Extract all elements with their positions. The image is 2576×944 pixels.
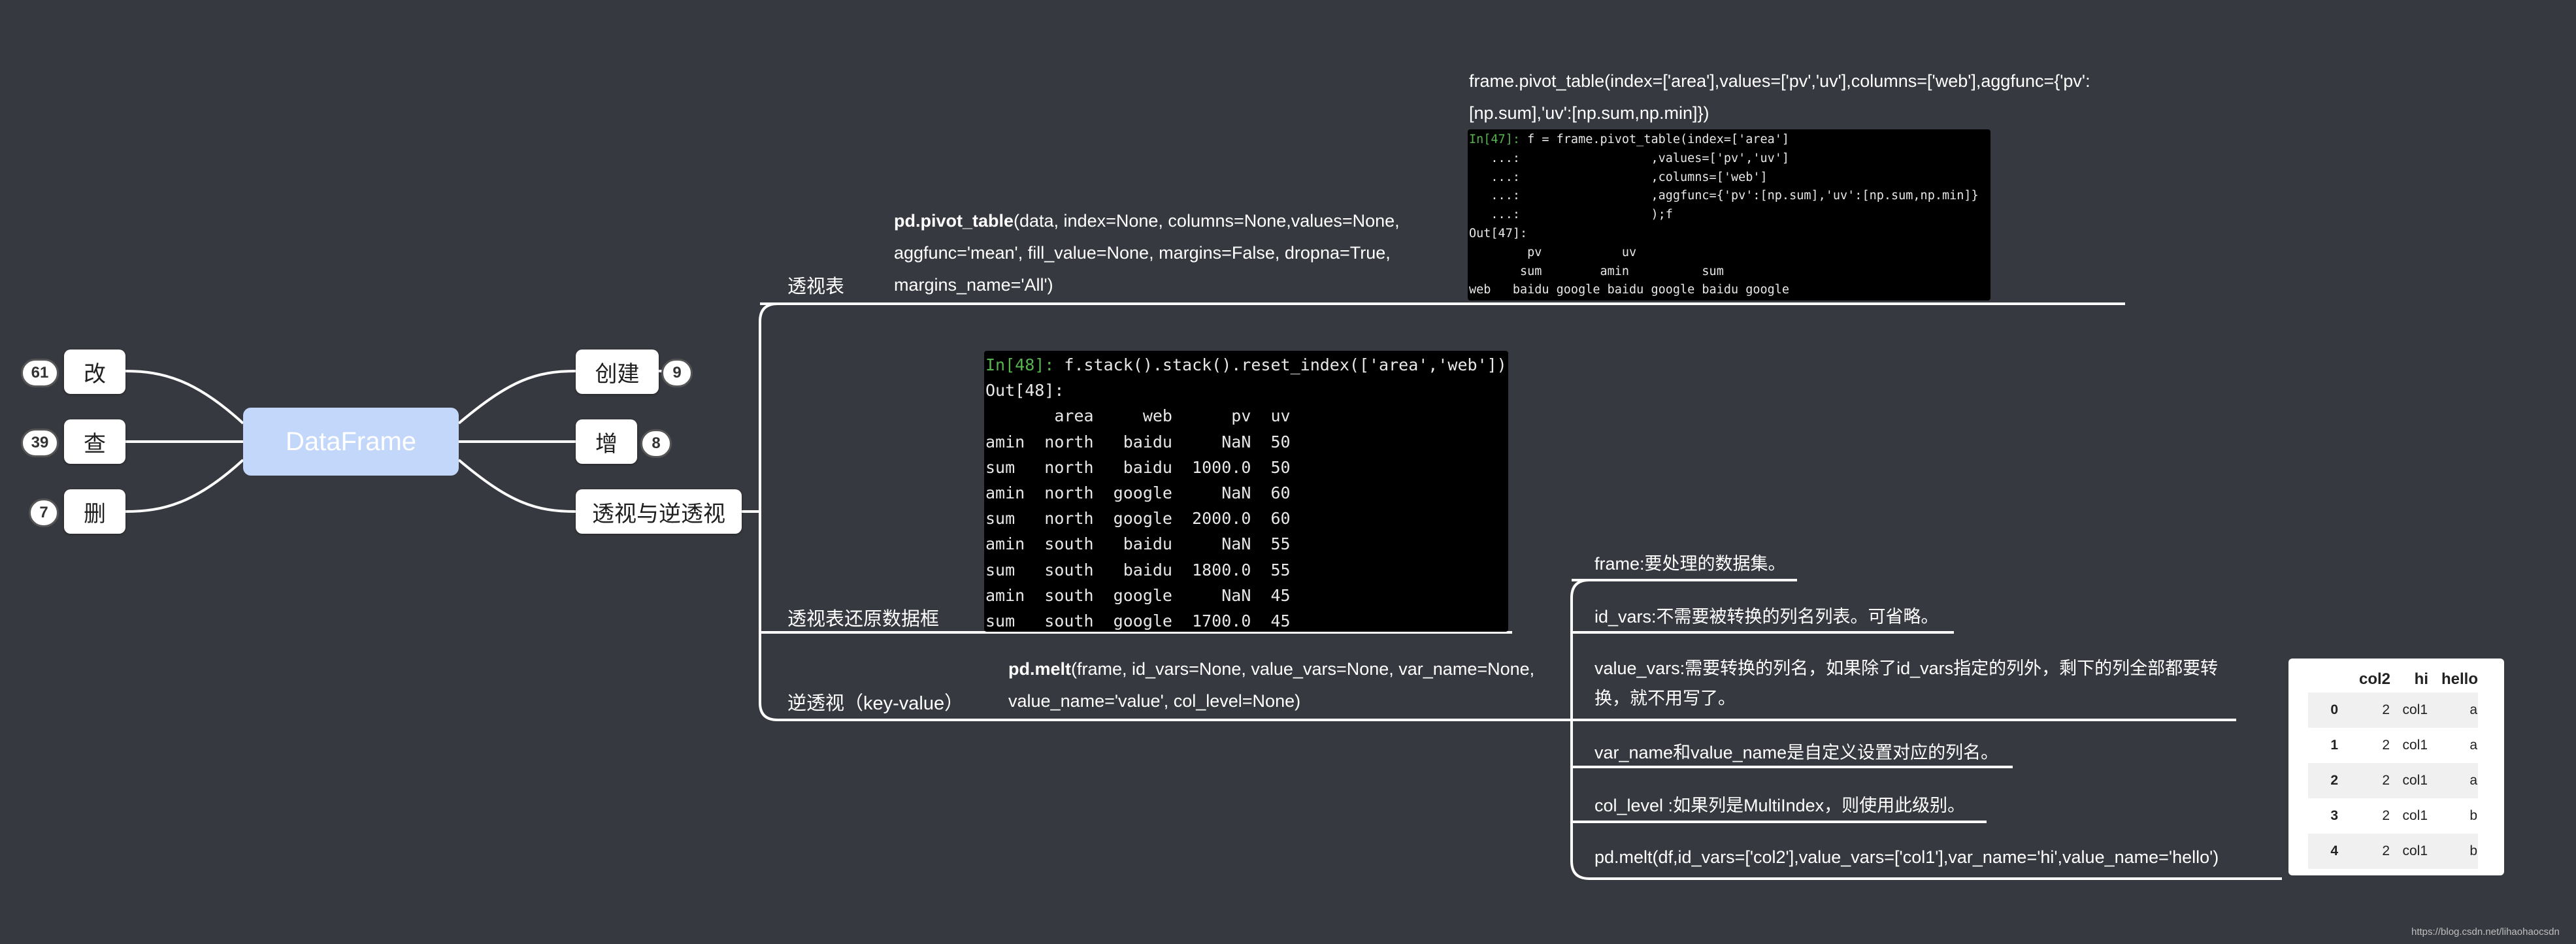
branch-melt[interactable]: 逆透视（key-value） bbox=[787, 688, 963, 715]
node-zeng[interactable]: 增 bbox=[576, 419, 637, 464]
table-row: 2 2 col1 a bbox=[2308, 763, 2478, 798]
melt-param-col-level[interactable]: col_level :如果列是MultiIndex，则使用此级别。 bbox=[1594, 790, 1965, 821]
watermark-url: https://blog.csdn.net/lihaohaocsdn bbox=[2411, 926, 2560, 937]
count-badge-cha[interactable]: 39 bbox=[21, 429, 59, 457]
branch-pivot-table[interactable]: 透视表 bbox=[787, 271, 844, 299]
code-prompt: In[47]: bbox=[1469, 133, 1520, 146]
code-block-stack: In[48]: f.stack().stack().reset_index(['… bbox=[984, 351, 1508, 632]
root-node-dataframe[interactable]: DataFrame bbox=[243, 408, 459, 476]
connector-toushi bbox=[457, 459, 576, 513]
example-call-line1: frame.pivot_table(index=['area'],values=… bbox=[1469, 71, 2090, 91]
col-header: hi bbox=[2414, 670, 2428, 688]
pivot-example-call: frame.pivot_table(index=['area'],values=… bbox=[1469, 65, 2090, 129]
node-shan[interactable]: 删 bbox=[64, 489, 125, 534]
melt-example-call[interactable]: pd.melt(df,id_vars=['col2'],value_vars=[… bbox=[1594, 842, 2219, 872]
example-call-line2: [np.sum],'uv':[np.sum,np.min]}) bbox=[1469, 103, 1709, 123]
melt-sig-line2: value_name='value', col_level=None) bbox=[1008, 691, 1301, 711]
count-badge-gai[interactable]: 61 bbox=[21, 359, 59, 387]
melt-param-id-vars[interactable]: id_vars:不需要被转换的列名列表。可省略。 bbox=[1594, 602, 1939, 632]
branch-restore-dataframe[interactable]: 透视表还原数据框 bbox=[787, 604, 939, 631]
melt-param-frame[interactable]: frame:要处理的数据集。 bbox=[1594, 549, 1786, 579]
melt-sig-line1: (frame, id_vars=None, value_vars=None, v… bbox=[1071, 659, 1535, 679]
pivot-sig-line2: aggfunc='mean', fill_value=None, margins… bbox=[894, 243, 1391, 263]
pivot-sig-line1: (data, index=None, columns=None,values=N… bbox=[1014, 211, 1400, 231]
table-row: 4 2 col1 b bbox=[2308, 834, 2478, 869]
melt-signature: pd.melt(frame, id_vars=None, value_vars=… bbox=[1008, 653, 1534, 717]
node-cha[interactable]: 查 bbox=[64, 419, 125, 464]
code-prompt: In[48]: bbox=[985, 355, 1055, 374]
melt-params-bracket bbox=[1570, 579, 1590, 880]
pivot-bracket bbox=[759, 302, 778, 721]
connector-gai bbox=[125, 370, 244, 425]
table-row: 1 2 col1 a bbox=[2330, 738, 2477, 753]
col-header: col2 bbox=[2358, 670, 2390, 688]
melt-param-var-name[interactable]: var_name和value_name是自定义设置对应的列名。 bbox=[1594, 738, 1998, 768]
table-row: 3 2 col1 b bbox=[2330, 808, 2477, 823]
pivot-table-func: pd.pivot_table bbox=[894, 211, 1014, 231]
pivot-sig-line3: margins_name='All') bbox=[894, 275, 1053, 295]
connector-chuangjian bbox=[457, 370, 576, 425]
pivot-table-signature: pd.pivot_table(data, index=None, columns… bbox=[894, 205, 1400, 301]
code-block-pivot: In[47]: f = frame.pivot_table(index=['ar… bbox=[1468, 129, 1990, 301]
node-toushi-nitoushi[interactable]: 透视与逆透视 bbox=[576, 489, 742, 534]
node-gai[interactable]: 改 bbox=[64, 350, 125, 394]
melt-result-table: col2 hi hello 0 2 col1 a 1 2 col1 a 2 2 col1 a 32… bbox=[2288, 659, 2504, 875]
table-row: 0 2 col1 a bbox=[2308, 692, 2478, 728]
node-chuangjian[interactable]: 创建 bbox=[576, 350, 659, 394]
count-badge-zeng[interactable]: 8 bbox=[640, 429, 672, 458]
melt-param-value-vars[interactable]: value_vars:需要转换的列名，如果除了id_vars指定的列外，剩下的列… bbox=[1594, 653, 2218, 713]
col-header: hello bbox=[2441, 670, 2478, 688]
melt-func: pd.melt bbox=[1008, 659, 1072, 679]
count-badge-chuangjian[interactable]: 9 bbox=[661, 359, 693, 387]
count-badge-shan[interactable]: 7 bbox=[29, 498, 59, 527]
connector-shan bbox=[125, 459, 244, 513]
